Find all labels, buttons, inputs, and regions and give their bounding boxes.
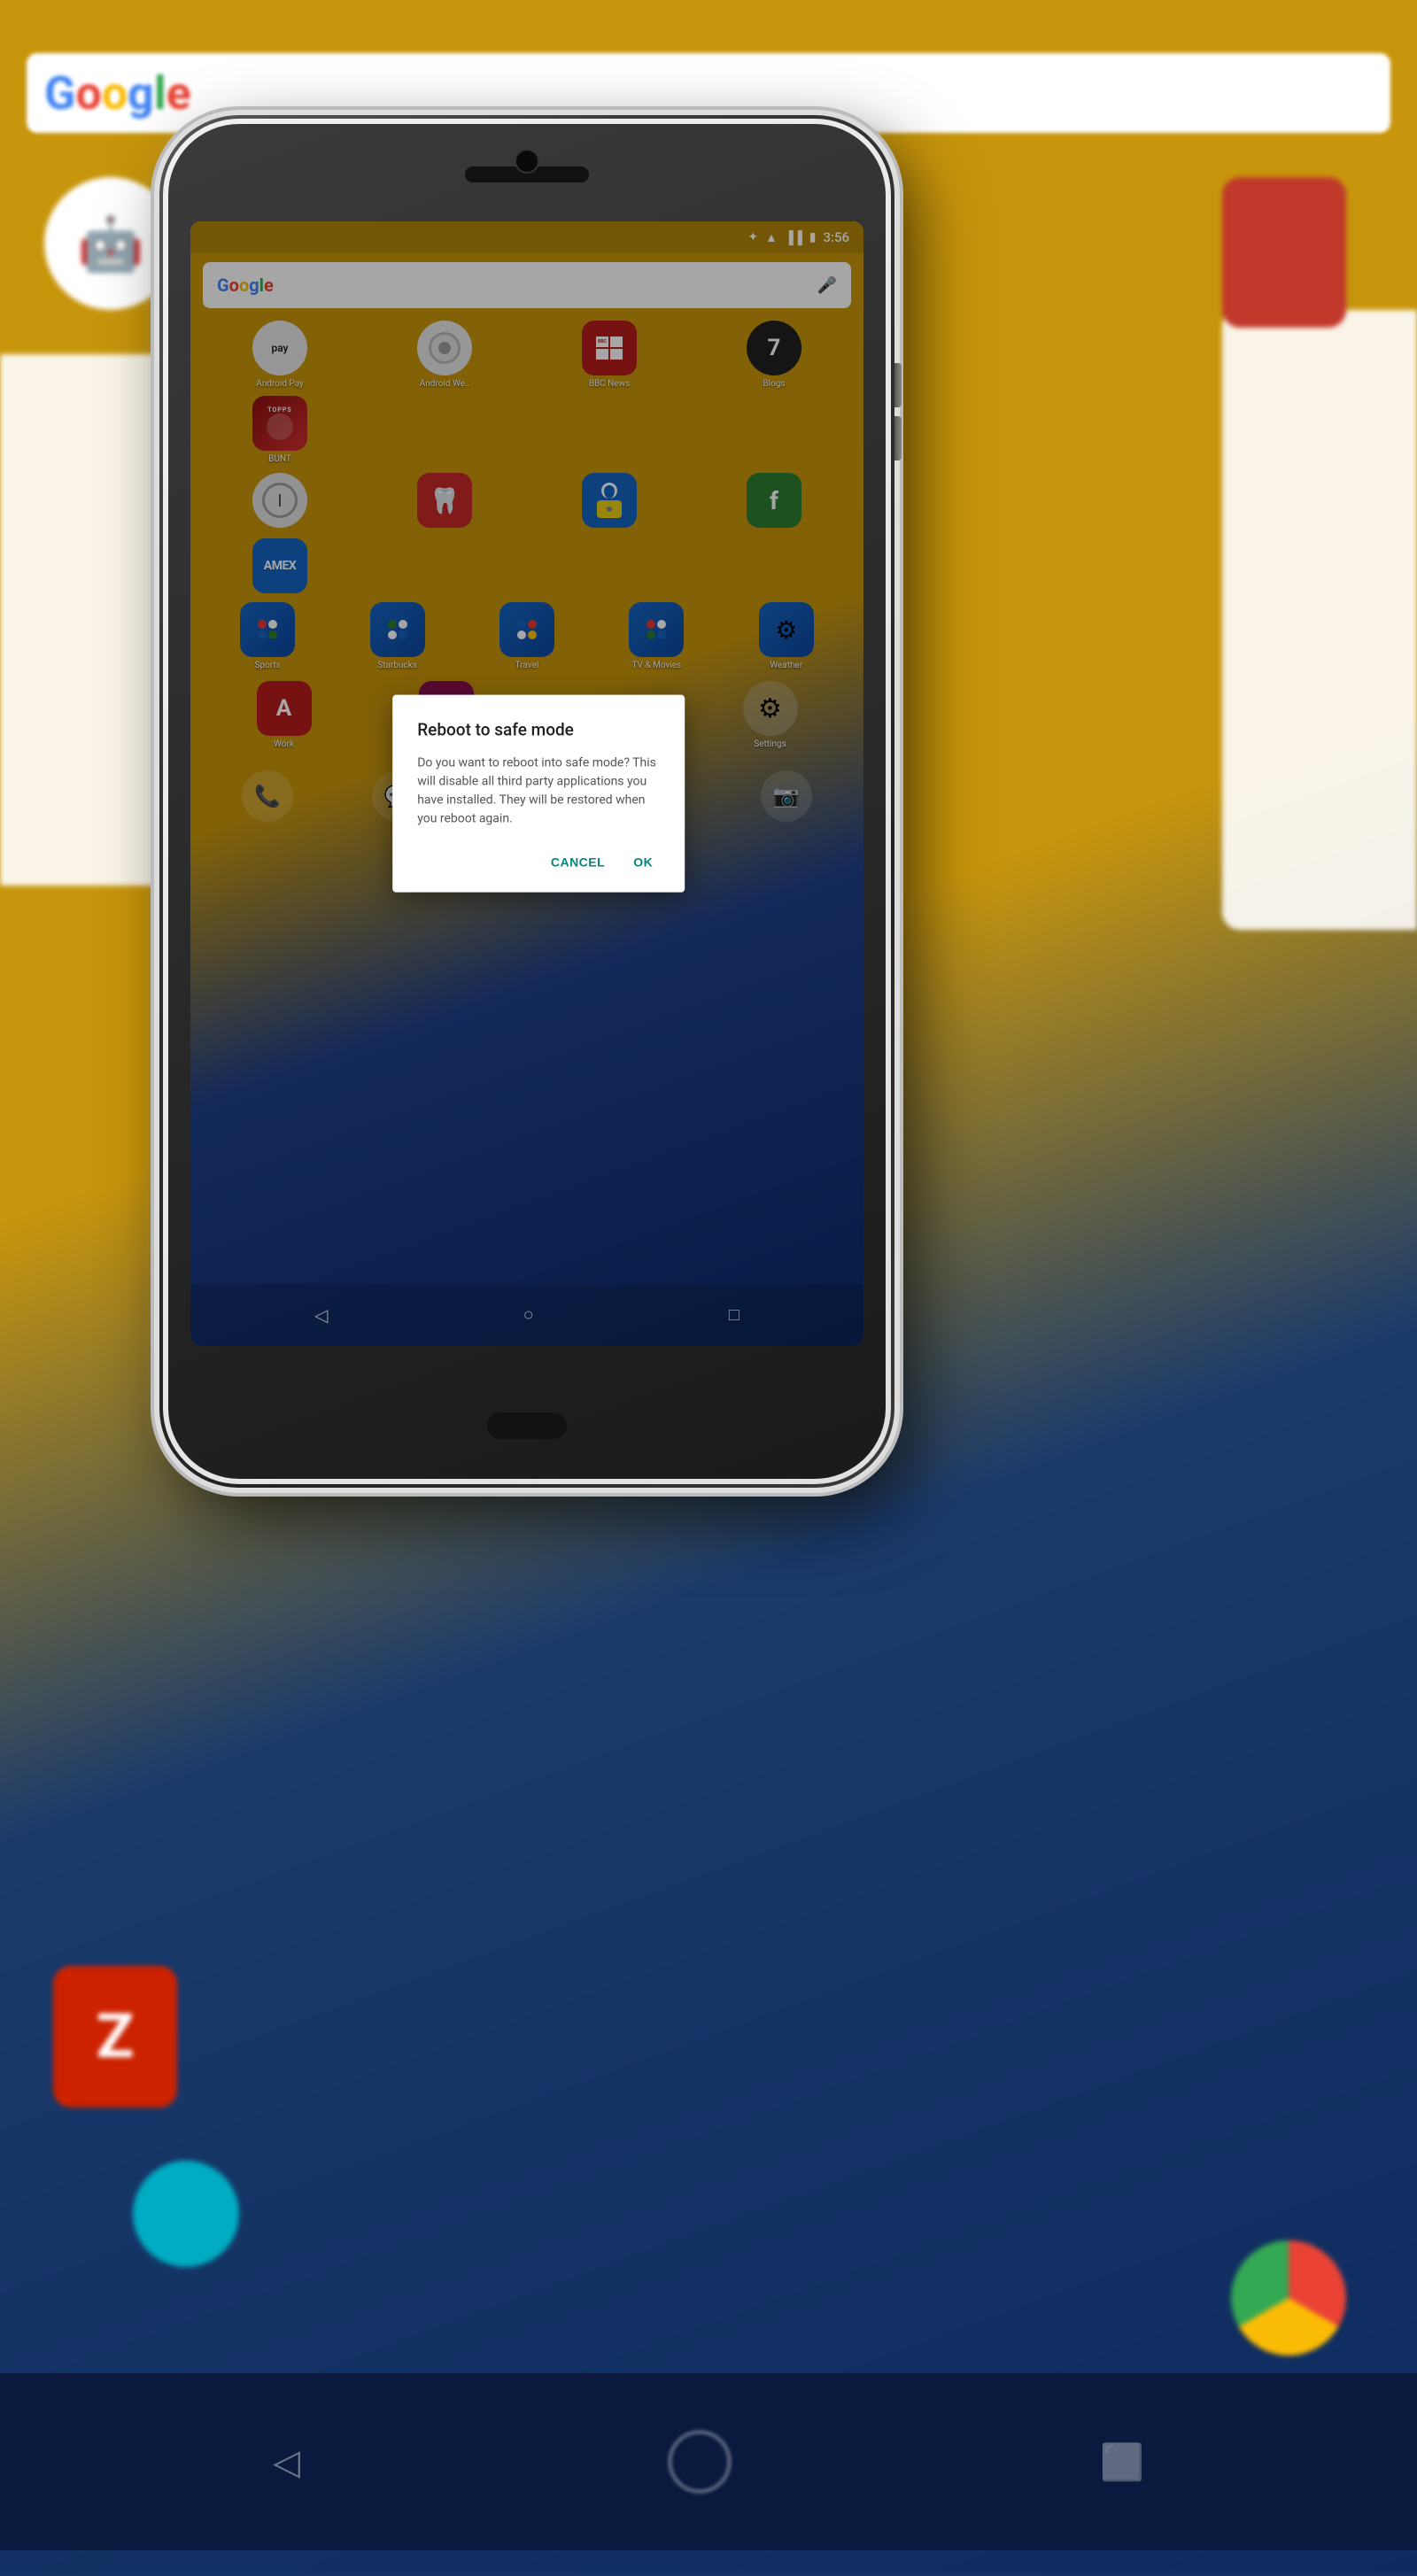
reboot-dialog: Reboot to safe mode Do you want to reboo… bbox=[392, 695, 685, 893]
volume-up-button[interactable] bbox=[894, 363, 902, 407]
bg-teal-icon bbox=[133, 2161, 239, 2267]
bg-z-app: Z bbox=[53, 1966, 177, 2108]
bg-white-card-left bbox=[0, 354, 177, 886]
dialog-message: Do you want to reboot into safe mode? Th… bbox=[417, 754, 660, 829]
dialog-buttons: CANCEL OK bbox=[417, 848, 660, 882]
bg-white-card-right bbox=[1222, 310, 1417, 930]
screen-content: ✦ ▲ ▐▐ ▮ 3:56 Google 🎤 pay bbox=[190, 221, 863, 1346]
ok-button[interactable]: OK bbox=[626, 848, 660, 877]
bg-icon-baseball bbox=[1222, 177, 1346, 328]
bg-bottom-nav: ◁ ⬜ bbox=[0, 2373, 1417, 2550]
dialog-title: Reboot to safe mode bbox=[417, 720, 660, 740]
bg-icon-android: 🤖 bbox=[44, 177, 177, 310]
cancel-button[interactable]: CANCEL bbox=[544, 848, 612, 877]
dialog-overlay: Reboot to safe mode Do you want to reboo… bbox=[190, 221, 863, 1346]
volume-down-button[interactable] bbox=[894, 416, 902, 460]
phone-screen: ✦ ▲ ▐▐ ▮ 3:56 Google 🎤 pay bbox=[190, 221, 863, 1346]
phone-device: ✦ ▲ ▐▐ ▮ 3:56 Google 🎤 pay bbox=[159, 115, 894, 1488]
phone-home-button bbox=[487, 1412, 567, 1439]
bg-chrome-icon bbox=[1231, 2240, 1346, 2356]
phone-camera bbox=[515, 149, 539, 174]
